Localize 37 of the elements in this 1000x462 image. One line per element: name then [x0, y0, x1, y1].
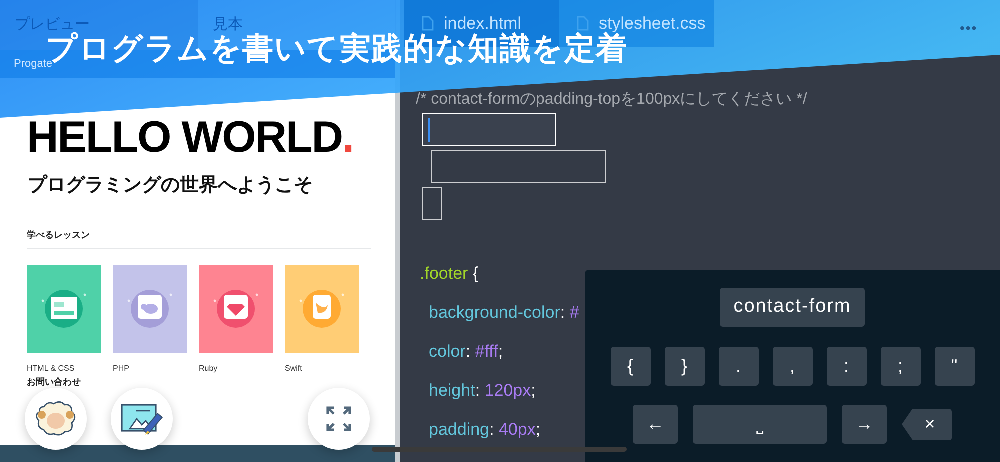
file-icon [422, 16, 434, 31]
symbol-key[interactable]: . [718, 347, 758, 386]
lesson-name: HTML & CSS [27, 363, 76, 375]
delete-key[interactable]: × [902, 408, 952, 440]
code-line: height: 120px; [429, 381, 536, 401]
section-heading: お問い合わせ [26, 377, 82, 388]
code-line: color: #fff; [429, 342, 504, 362]
page-heading: HELLO WORLD. [26, 116, 355, 160]
code-line: padding: 40px; [429, 420, 541, 440]
lesson-card-drawing[interactable] [27, 265, 101, 353]
space-key[interactable]: ⎵ [693, 405, 827, 444]
symbol-key[interactable]: { [610, 347, 650, 386]
answer-box[interactable] [422, 187, 442, 220]
symbol-key[interactable]: ; [880, 347, 920, 386]
lesson-name: PHP [113, 363, 130, 375]
lesson-card-drawing[interactable] [199, 265, 273, 353]
code-comment: /* contact-formのpadding-topを100pxにしてください */ [416, 90, 808, 110]
file-icon [577, 16, 589, 31]
symbol-key[interactable]: , [772, 347, 812, 386]
answer-box[interactable] [422, 113, 556, 146]
symbol-key[interactable]: " [934, 347, 974, 386]
section-heading: 学べるレッスン [26, 228, 91, 242]
code-line: .footer { [420, 264, 479, 284]
code-line: background-color: # [429, 303, 580, 323]
symbol-key[interactable]: : [826, 347, 866, 386]
arrow-key[interactable]: → [842, 405, 887, 444]
lesson-name: Swift [285, 363, 304, 375]
arrow-key[interactable]: ← [633, 405, 678, 444]
page-subtitle: プログラミングの世界へようこそ [27, 174, 314, 198]
text-cursor [428, 118, 430, 142]
lesson-name: Ruby [199, 363, 219, 375]
expand-icon [326, 406, 352, 432]
avatar-icon [34, 401, 78, 437]
symbol-key[interactable]: } [664, 347, 704, 386]
suggestion-button[interactable]: contact-form [720, 288, 866, 327]
answer-box[interactable] [431, 150, 606, 183]
image-edit-icon [120, 401, 164, 437]
